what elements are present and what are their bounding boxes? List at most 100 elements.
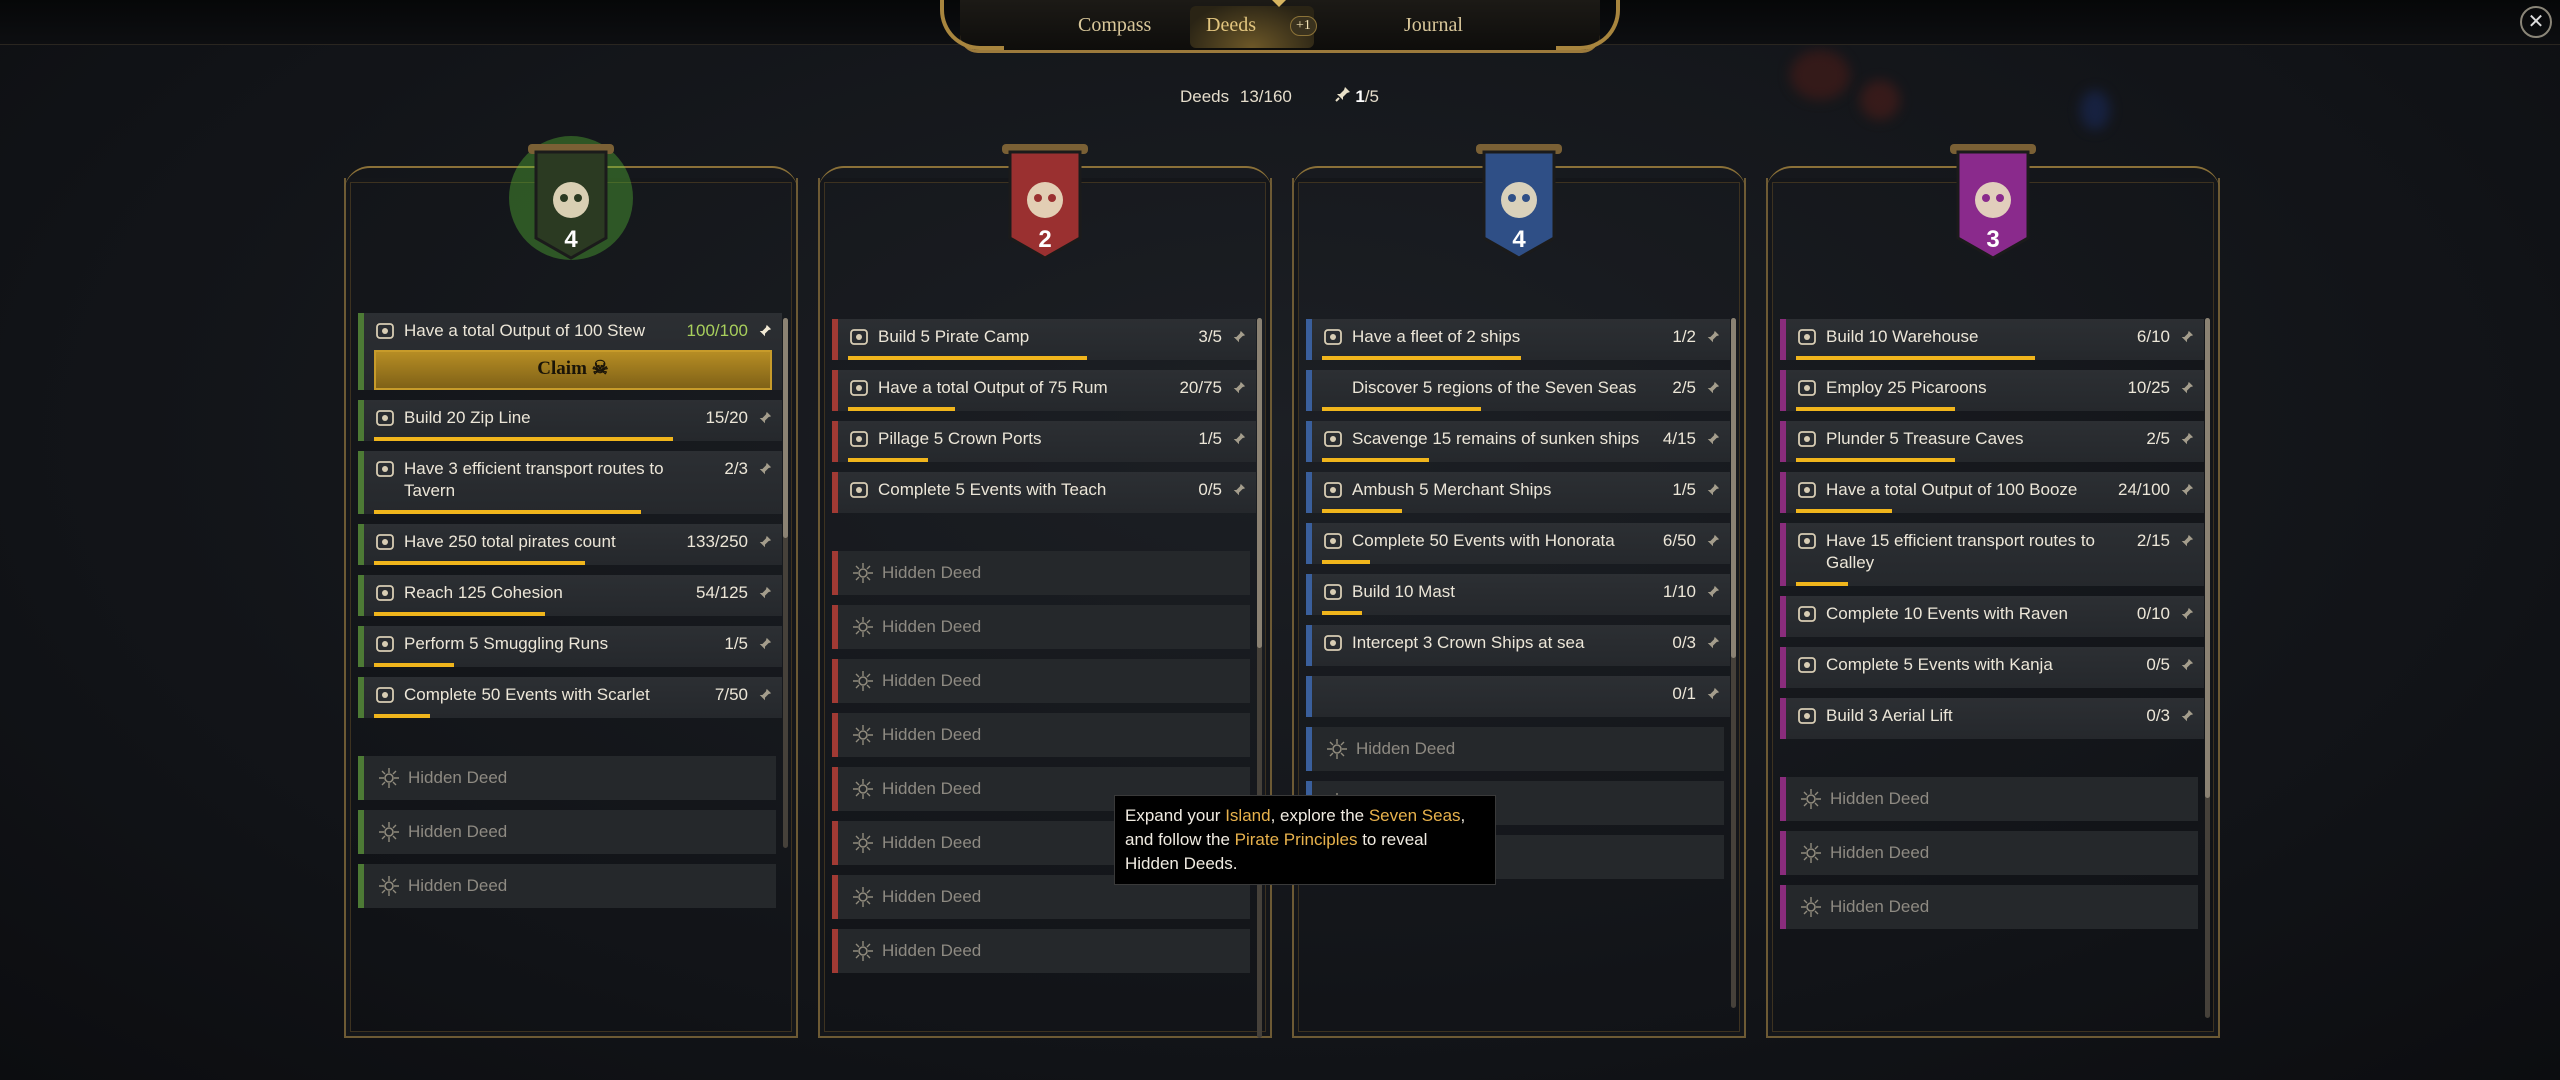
deed-item[interactable]: Complete 50 Events with Scarlet 7/50 — [358, 677, 782, 718]
pin-icon[interactable] — [1706, 483, 1720, 497]
picaroon-icon — [1796, 377, 1818, 399]
deed-item[interactable]: Have 3 efficient transport routes to Tav… — [358, 451, 782, 514]
progress-bar — [1322, 662, 1720, 666]
pin-icon[interactable] — [1232, 381, 1246, 395]
deed-progress: 6/50 — [1662, 531, 1696, 550]
hidden-deed[interactable]: Hidden Deed — [358, 756, 776, 800]
deed-item[interactable]: Complete 5 Events with Teach 0/5 — [832, 472, 1256, 513]
pin-icon[interactable] — [1232, 483, 1246, 497]
pin-icon[interactable] — [2180, 658, 2194, 672]
hidden-deed-label: Hidden Deed — [408, 768, 508, 787]
pin-icon[interactable] — [2180, 381, 2194, 395]
pin-icon[interactable] — [2180, 483, 2194, 497]
hidden-deed-icon — [1800, 842, 1822, 864]
deed-item[interactable]: Scavenge 15 remains of sunken ships 4/15 — [1306, 421, 1730, 462]
scrollbar-thumb[interactable] — [1731, 318, 1736, 658]
deed-item[interactable]: Have a total Output of 75 Rum 20/75 — [832, 370, 1256, 411]
deed-column: 2 Build 5 Pirate Camp 3/5 Have a total O… — [818, 144, 1272, 1038]
hidden-deed-icon — [1800, 788, 1822, 810]
deed-item[interactable]: Have a total Output of 100 Booze 24/100 — [1780, 472, 2204, 513]
pin-icon[interactable] — [1706, 381, 1720, 395]
scrollbar-thumb[interactable] — [2205, 318, 2210, 798]
deed-item[interactable]: Build 5 Pirate Camp 3/5 — [832, 319, 1256, 360]
deed-column: 4 Have a fleet of 2 ships 1/2 Discover 5… — [1292, 144, 1746, 1038]
pin-icon[interactable] — [1706, 432, 1720, 446]
deed-item[interactable]: Build 10 Warehouse 6/10 — [1780, 319, 2204, 360]
tooltip-highlight-seven-seas: Seven Seas — [1368, 806, 1461, 825]
deed-label: Plunder 5 Treasure Caves — [1826, 429, 2024, 448]
pin-icon[interactable] — [2180, 607, 2194, 621]
progress-bar-fill — [1322, 407, 1482, 411]
hidden-deed[interactable]: Hidden Deed — [358, 864, 776, 908]
pin-icon[interactable] — [2180, 709, 2194, 723]
hidden-deed[interactable]: Hidden Deed — [832, 551, 1250, 595]
pin-icon[interactable] — [758, 324, 772, 338]
hidden-deed[interactable]: Hidden Deed — [832, 713, 1250, 757]
hidden-deed-label: Hidden Deed — [1830, 789, 1930, 808]
deed-item[interactable]: Pillage 5 Crown Ports 1/5 — [832, 421, 1256, 462]
deed-item[interactable]: Plunder 5 Treasure Caves 2/5 — [1780, 421, 2204, 462]
pin-icon[interactable] — [758, 637, 772, 651]
pin-icon[interactable] — [1706, 330, 1720, 344]
deed-label: Have 250 total pirates count — [404, 532, 616, 551]
deed-progress: 15/20 — [705, 408, 748, 427]
scrollbar-thumb[interactable] — [1257, 318, 1262, 648]
deed-item[interactable]: Discover 5 regions of the Seven Seas 2/5 — [1306, 370, 1730, 411]
progress-bar-fill — [1322, 356, 1521, 360]
deed-item[interactable]: Have 250 total pirates count 133/250 — [358, 524, 782, 565]
close-button[interactable]: ✕ — [2520, 6, 2552, 38]
hidden-deed[interactable]: Hidden Deed — [1780, 831, 2198, 875]
deed-item[interactable]: Intercept 3 Crown Ships at sea 0/3 — [1306, 625, 1730, 666]
deed-item[interactable]: Have a fleet of 2 ships 1/2 — [1306, 319, 1730, 360]
deed-item[interactable]: Employ 25 Picaroons 10/25 — [1780, 370, 2204, 411]
deed-item[interactable]: Complete 5 Events with Kanja 0/5 — [1780, 647, 2204, 688]
hidden-deed[interactable]: Hidden Deed — [832, 605, 1250, 649]
pin-icon[interactable] — [1706, 687, 1720, 701]
pin-icon[interactable] — [2180, 330, 2194, 344]
claim-button[interactable]: Claim ☠ — [374, 350, 772, 390]
deed-item[interactable]: Have 15 efficient transport routes to Ga… — [1780, 523, 2204, 586]
scrollbar[interactable] — [2205, 318, 2210, 1018]
progress-bar — [374, 510, 772, 514]
pin-icon[interactable] — [1232, 432, 1246, 446]
deed-item[interactable]: Have a total Output of 100 Stew 100/100 … — [358, 313, 782, 390]
deed-item[interactable]: Build 10 Mast 1/10 — [1306, 574, 1730, 615]
deed-item[interactable]: Reach 125 Cohesion 54/125 — [358, 575, 782, 616]
pin-icon[interactable] — [758, 462, 772, 476]
deed-label: Scavenge 15 remains of sunken ships — [1352, 429, 1640, 448]
hidden-deed[interactable]: Hidden Deed — [832, 659, 1250, 703]
progress-bar — [1322, 407, 1720, 411]
hidden-deed[interactable]: Hidden Deed — [1306, 727, 1724, 771]
tab-compass[interactable]: Compass — [1078, 14, 1151, 37]
deed-item[interactable]: Ambush 5 Merchant Ships 1/5 — [1306, 472, 1730, 513]
pin-icon[interactable] — [1706, 585, 1720, 599]
hidden-deed[interactable]: Hidden Deed — [832, 929, 1250, 973]
scrollbar[interactable] — [1257, 318, 1262, 1038]
hidden-deed[interactable]: Hidden Deed — [358, 810, 776, 854]
deed-item[interactable]: Complete 50 Events with Honorata 6/50 — [1306, 523, 1730, 564]
pin-icon[interactable] — [2180, 534, 2194, 548]
tab-journal[interactable]: Journal — [1404, 14, 1463, 37]
deed-item[interactable]: Complete 10 Events with Raven 0/10 — [1780, 596, 2204, 637]
deed-item[interactable]: Build 3 Aerial Lift 0/3 — [1780, 698, 2204, 739]
hidden-deed[interactable]: Hidden Deed — [1780, 885, 2198, 929]
pin-icon[interactable] — [1706, 534, 1720, 548]
pin-icon[interactable] — [758, 411, 772, 425]
plunder-icon — [1796, 428, 1818, 450]
deed-item[interactable]: 0/1 — [1306, 676, 1730, 717]
deed-item[interactable]: Perform 5 Smuggling Runs 1/5 — [358, 626, 782, 667]
deed-label: Perform 5 Smuggling Runs — [404, 634, 609, 653]
deed-icon — [1322, 377, 1344, 399]
scrollbar[interactable] — [1731, 318, 1736, 1008]
pin-icon[interactable] — [758, 688, 772, 702]
scrollbar-thumb[interactable] — [783, 318, 788, 538]
scrollbar[interactable] — [783, 318, 788, 848]
pin-icon[interactable] — [758, 586, 772, 600]
pin-icon[interactable] — [2180, 432, 2194, 446]
pin-icon[interactable] — [1232, 330, 1246, 344]
pin-icon[interactable] — [758, 535, 772, 549]
deed-item[interactable]: Build 20 Zip Line 15/20 — [358, 400, 782, 441]
hidden-deed[interactable]: Hidden Deed — [1780, 777, 2198, 821]
pin-icon[interactable] — [1706, 636, 1720, 650]
tab-deeds[interactable]: Deeds — [1206, 14, 1256, 37]
